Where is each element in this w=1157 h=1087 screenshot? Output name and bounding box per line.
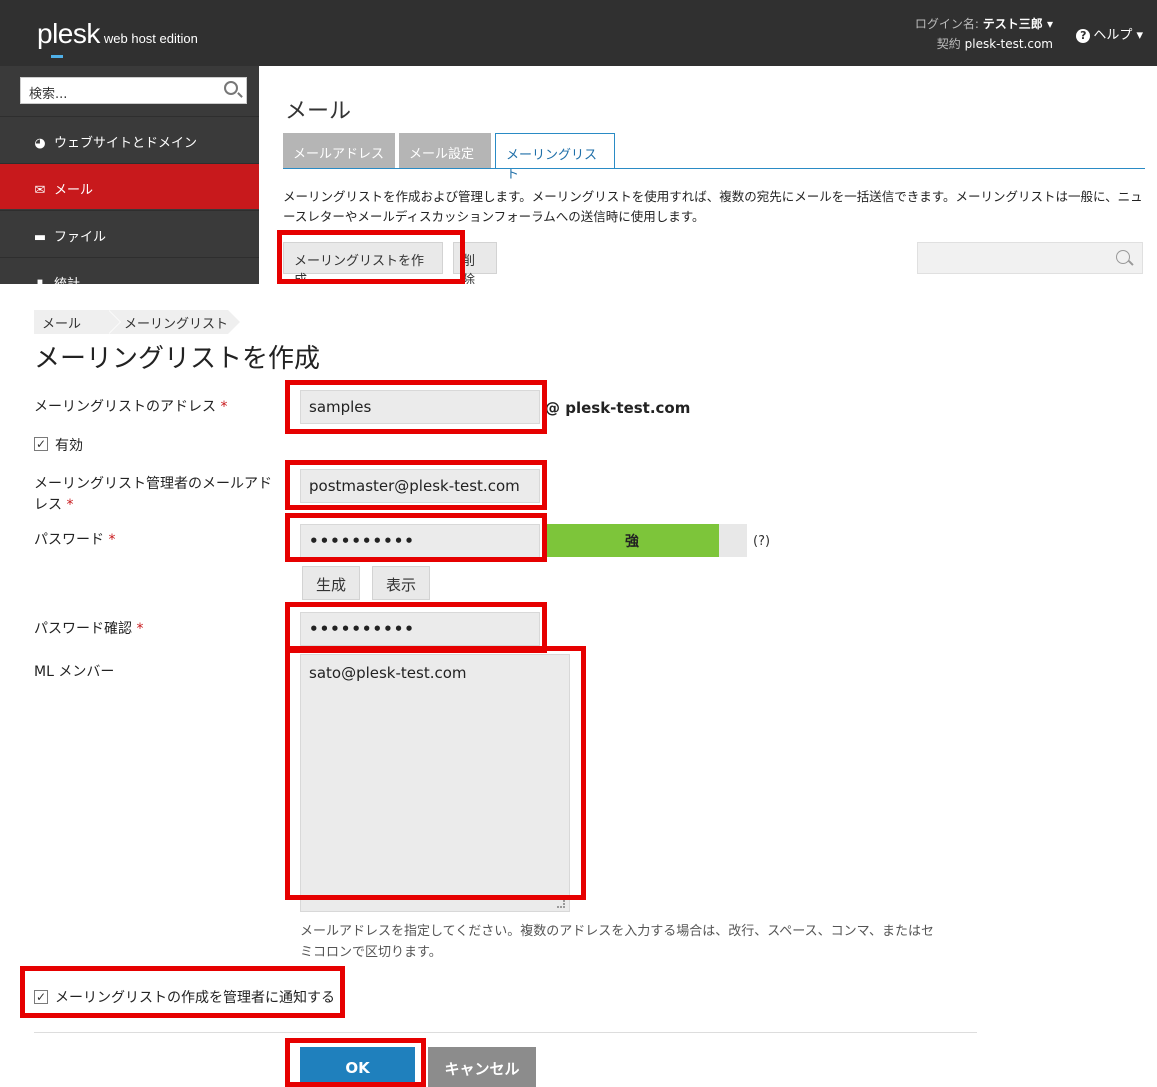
generate-password-button[interactable]: 生成	[302, 566, 361, 600]
sidebar-search-input[interactable]: 検索...	[20, 77, 247, 104]
sidebar-item-label: 統計	[54, 277, 80, 284]
tab-mail-settings[interactable]: メール設定	[399, 133, 491, 169]
logo-brand: plesk	[37, 18, 100, 49]
sidebar-item-statistics[interactable]: ▮ 統計	[0, 257, 259, 284]
contract-domain[interactable]: plesk-test.com	[965, 37, 1053, 51]
plesk-logo[interactable]: plesk web host edition	[37, 18, 198, 50]
question-circle-icon: ?	[1076, 29, 1091, 43]
search-icon[interactable]	[224, 81, 238, 95]
password-strength-help-link[interactable]: (?)	[753, 534, 770, 549]
contract-label: 契約	[936, 37, 961, 51]
password-confirm-label-text: パスワード確認	[34, 621, 132, 637]
login-user-menu[interactable]: テスト三郎 ▾	[983, 17, 1053, 31]
enabled-checkbox[interactable]: ✓	[34, 437, 48, 451]
logo-edition: web host edition	[103, 31, 198, 46]
sidebar-search-placeholder: 検索...	[29, 87, 68, 102]
password-confirm-label: パスワード確認 *	[34, 619, 143, 640]
sidebar-item-mail[interactable]: ✉ メール	[0, 163, 259, 209]
folder-icon: ▬	[33, 230, 47, 245]
notify-admin-checkbox[interactable]: ✓	[34, 990, 48, 1004]
login-label: ログイン名:	[914, 17, 979, 31]
admin-email-label-line2: レス	[34, 497, 62, 513]
admin-email-input[interactable]: postmaster@plesk-test.com	[300, 469, 540, 503]
required-mark: *	[108, 532, 116, 548]
enabled-label: 有効	[55, 438, 83, 454]
mailing-list-description: メーリングリストを作成および管理します。メーリングリストを使用すれば、複数の宛先…	[283, 189, 1143, 224]
address-domain: @ plesk-test.com	[545, 399, 691, 417]
sidebar-item-label: ウェブサイトとドメイン	[54, 136, 198, 151]
members-textarea-value: sato@plesk-test.com	[309, 664, 467, 682]
breadcrumb-mail[interactable]: メール	[34, 310, 121, 334]
sidebar-item-label: ファイル	[54, 230, 107, 245]
password-confirm-input[interactable]: ••••••••••	[300, 612, 540, 646]
mail-icon: ✉	[34, 183, 46, 198]
logo-accent	[51, 55, 63, 58]
address-label: メーリングリストのアドレス *	[34, 397, 227, 418]
user-info: ログイン名: テスト三郎 ▾ 契約 plesk-test.com	[915, 14, 1053, 54]
members-hint: メールアドレスを指定してください。複数のアドレスを入力する場合は、改行、スペース…	[300, 924, 935, 960]
show-password-button[interactable]: 表示	[372, 566, 431, 600]
page-title: メール	[285, 99, 352, 124]
password-strength-meter: 強	[545, 524, 719, 557]
password-label: パスワード *	[34, 530, 115, 551]
required-mark: *	[220, 399, 228, 415]
help-menu[interactable]: ? ヘルプ ▾	[1076, 24, 1143, 43]
password-strength-remainder	[719, 524, 747, 557]
sidebar-item-websites-domains[interactable]: ◕ ウェブサイトとドメイン	[0, 116, 259, 162]
mailing-list-address-input[interactable]: samples	[300, 390, 540, 424]
admin-email-label: メーリングリスト管理者のメールアド レス *	[34, 474, 284, 516]
tab-mail-addresses[interactable]: メールアドレス	[283, 133, 395, 169]
password-label-text: パスワード	[34, 532, 104, 548]
sidebar-item-files[interactable]: ▬ ファイル	[0, 210, 259, 256]
address-label-text: メーリングリストのアドレス	[34, 399, 216, 415]
mail-page-screenshot: plesk web host edition ログイン名: テスト三郎 ▾ 契約 …	[0, 0, 1157, 284]
password-input[interactable]: ••••••••••	[300, 524, 540, 558]
required-mark: *	[136, 621, 144, 637]
required-mark: *	[66, 497, 74, 513]
form-title: メーリングリストを作成	[34, 344, 321, 374]
form-divider	[34, 1032, 977, 1033]
create-mailing-list-button[interactable]: メーリングリストを作成	[283, 242, 443, 284]
tab-mailing-lists[interactable]: メーリングリスト	[495, 133, 615, 182]
members-textarea[interactable]: sato@plesk-test.com	[300, 654, 570, 912]
globe-icon: ◕	[34, 136, 46, 151]
help-label: ヘルプ ▾	[1093, 28, 1143, 43]
mail-main-area: メール メールアドレス メール設定 メーリングリスト メーリングリストを作成およ…	[259, 66, 1157, 284]
top-header: plesk web host edition ログイン名: テスト三郎 ▾ 契約 …	[0, 0, 1157, 66]
list-search-input[interactable]	[917, 242, 1143, 274]
resize-handle-icon[interactable]	[557, 900, 565, 908]
tabs-underline	[283, 168, 1145, 169]
sidebar-item-label: メール	[54, 183, 94, 198]
bar-chart-icon: ▮	[32, 277, 48, 284]
members-label: ML メンバー	[34, 664, 115, 680]
sidebar: 検索... ◕ ウェブサイトとドメイン ✉ メール ▬ ファイル ▮ 統計	[0, 66, 259, 284]
search-icon[interactable]	[1116, 250, 1130, 264]
cancel-button[interactable]: キャンセル	[428, 1047, 536, 1087]
ok-button[interactable]: OK	[300, 1047, 415, 1087]
notify-admin-label: メーリングリストの作成を管理者に通知する	[55, 990, 335, 1006]
delete-button[interactable]: 削除	[453, 242, 497, 284]
breadcrumb-mailing-list[interactable]: メーリングリスト	[108, 310, 240, 334]
admin-email-label-line1: メーリングリスト管理者のメールアド	[34, 476, 272, 492]
